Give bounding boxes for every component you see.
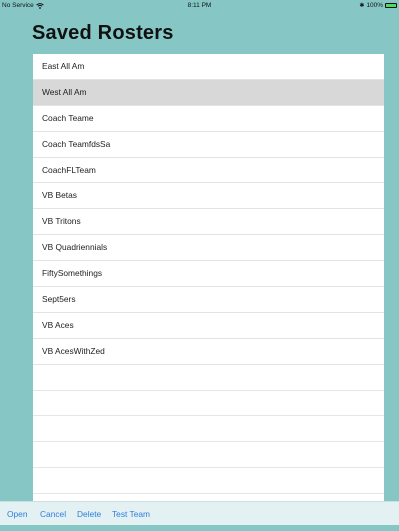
roster-row-label: FiftySomethings — [42, 268, 103, 279]
roster-row[interactable]: Coach TeamfdsSa — [33, 132, 384, 158]
battery-icon — [385, 3, 397, 8]
roster-row-label: Sept5ers — [42, 294, 76, 305]
roster-row-label: VB AcesWithZed — [42, 345, 105, 356]
status-right: ✱ 100% — [359, 2, 397, 9]
roster-row[interactable]: VB AcesWithZed — [33, 339, 384, 365]
battery-percent: 100% — [366, 2, 383, 9]
empty-row — [33, 468, 384, 495]
roster-row[interactable]: East All Am — [33, 54, 384, 80]
empty-row — [33, 365, 384, 391]
empty-row — [33, 391, 384, 417]
roster-row-label: VB Tritons — [42, 216, 81, 227]
roster-row-label: VB Aces — [42, 319, 74, 330]
status-time: 8:11 PM — [187, 2, 212, 9]
roster-list: East All Am West All Am Coach Teame Coach T… — [33, 54, 384, 501]
roster-row[interactable]: VB Quadriennials — [33, 235, 384, 262]
cancel-button[interactable]: Cancel — [40, 509, 66, 519]
page-title: Saved Rosters — [32, 22, 174, 44]
roster-row[interactable]: FiftySomethings — [33, 261, 384, 288]
roster-row-label: CoachFLTeam — [42, 164, 96, 175]
empty-row — [33, 442, 384, 469]
roster-row[interactable]: West All Am — [33, 79, 384, 106]
open-button[interactable]: Open — [7, 509, 28, 519]
bottom-strip — [0, 525, 399, 531]
roster-row[interactable]: VB Tritons — [33, 209, 384, 236]
roster-row-label: West All Am — [42, 86, 87, 97]
status-bar: No Service 8:11 PM ✱ 100% — [0, 0, 399, 14]
roster-row-label: Coach TeamfdsSa — [42, 138, 111, 149]
roster-row[interactable]: VB Aces — [33, 313, 384, 339]
roster-row-label: East All Am — [42, 61, 85, 71]
roster-row[interactable]: Coach Teame — [33, 106, 384, 132]
battery-fill — [386, 4, 396, 7]
bottom-toolbar: Open Cancel Delete Test Team — [0, 501, 399, 525]
delete-button[interactable]: Delete — [77, 509, 101, 519]
bluetooth-icon: ✱ — [359, 3, 365, 9]
roster-row-label: VB Quadriennials — [42, 242, 108, 253]
roster-row-label: VB Betas — [42, 190, 77, 201]
roster-row[interactable]: CoachFLTeam — [33, 158, 384, 184]
roster-row-label: Coach Teame — [42, 112, 94, 123]
test-team-button[interactable]: Test Team — [112, 509, 150, 519]
empty-row — [33, 416, 384, 443]
roster-row[interactable]: Sept5ers — [33, 287, 384, 313]
roster-row[interactable]: VB Betas — [33, 183, 384, 210]
